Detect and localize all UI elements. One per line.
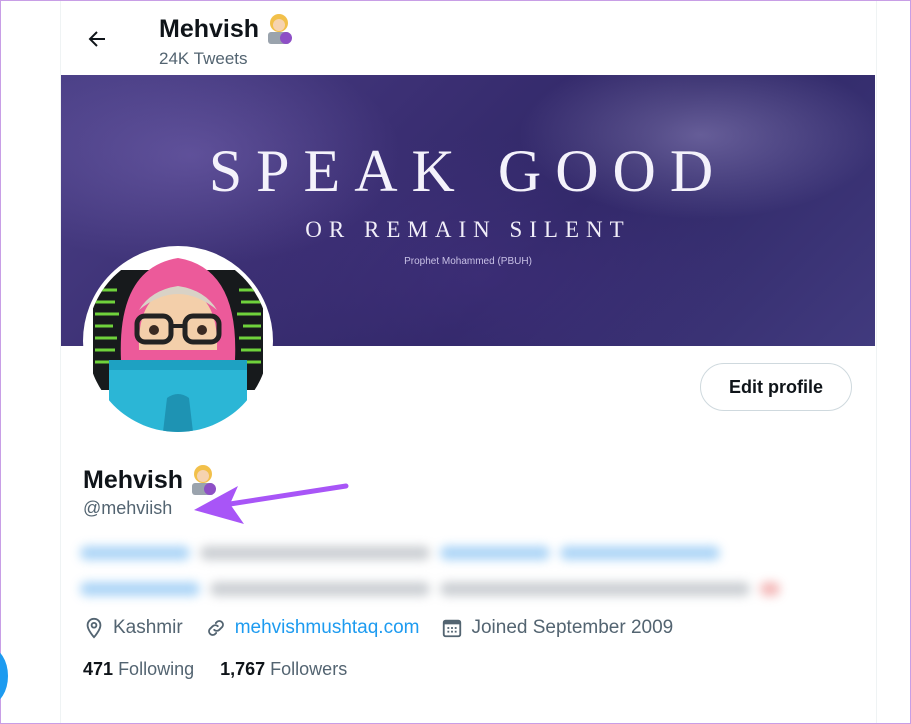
followers-count: 1,767: [220, 659, 266, 679]
joined-text: Joined September 2009: [471, 617, 674, 638]
banner-subtitle: OR REMAIN SILENT: [305, 217, 631, 242]
banner-title: SPEAK GOOD: [208, 138, 728, 204]
followers-link[interactable]: 1,767 Followers: [220, 659, 347, 680]
calendar-icon: [443, 619, 462, 638]
annotation-arrow-icon: [194, 483, 349, 524]
profile-avatar[interactable]: [83, 246, 273, 436]
followers-label: Followers: [270, 659, 348, 679]
tweet-count: 24K Tweets: [159, 49, 248, 68]
display-name-text: Mehvish: [83, 465, 184, 494]
following-link[interactable]: 471 Following: [83, 659, 194, 680]
follow-stats: 471 Following 1,767 Followers: [83, 659, 373, 680]
website-link[interactable]: mehvishmushtaq.com: [235, 617, 420, 639]
arrow-left-icon: [88, 31, 105, 47]
link-icon: [207, 620, 224, 636]
edit-profile-button[interactable]: Edit profile: [700, 363, 852, 411]
back-button[interactable]: [80, 22, 114, 56]
meta-joined: Joined September 2009: [441, 617, 673, 639]
meta-location: Kashmir: [83, 617, 183, 639]
meta-website: mehvishmushtaq.com: [205, 617, 420, 639]
following-label: Following: [118, 659, 195, 679]
location-text: Kashmir: [113, 617, 183, 638]
woman-technologist-emoji: [268, 14, 293, 44]
user-handle: @mehviish: [83, 498, 173, 518]
profile-meta: Kashmir mehvishmushtaq.com Joined Septem…: [83, 617, 695, 639]
avatar-illustration: [87, 250, 269, 432]
following-count: 471: [83, 659, 114, 679]
header-title: Mehvish: [159, 12, 296, 46]
location-pin-icon: [86, 617, 102, 639]
header-name-text: Mehvish: [159, 14, 260, 43]
bio-blurred: [80, 538, 820, 608]
